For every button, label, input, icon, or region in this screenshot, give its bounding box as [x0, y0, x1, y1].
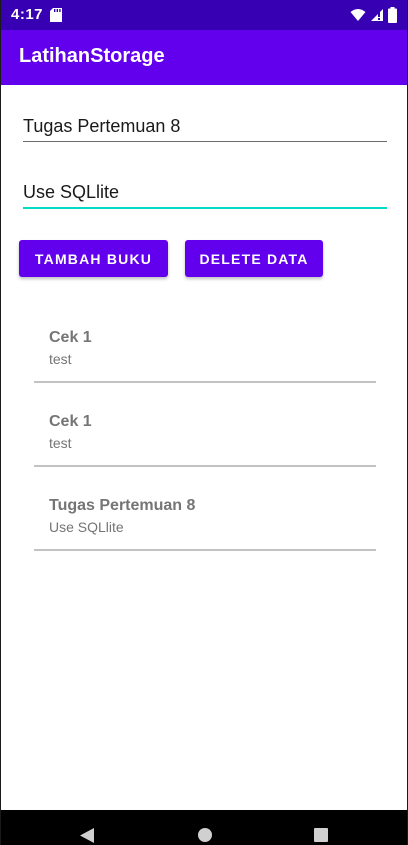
description-input[interactable]: Use SQLlite: [23, 182, 387, 212]
description-input-text: Use SQLlite: [23, 182, 120, 202]
sd-card-icon: [50, 8, 62, 22]
book-list[interactable]: Cek 1 test Cek 1 test Tugas Pertemuan 8 …: [34, 312, 376, 564]
add-book-button[interactable]: TAMBAH BUKU: [19, 240, 168, 277]
list-item-divider: [34, 465, 376, 467]
title-input-underline: [23, 141, 387, 142]
list-item-subtitle: test: [49, 435, 72, 451]
list-item-title: Tugas Pertemuan 8: [49, 497, 196, 514]
list-item-subtitle: Use SQLlite: [49, 519, 124, 535]
app-title: LatihanStorage: [19, 45, 165, 67]
list-item[interactable]: Cek 1 test: [34, 396, 376, 480]
status-time: 4:17: [11, 6, 44, 23]
phone-screen: 4:17 LatihanStorage Tugas Pertemuan 8 Us…: [0, 0, 408, 845]
list-item-divider: [34, 381, 376, 383]
battery-icon: [388, 7, 397, 23]
list-item-subtitle: test: [49, 351, 72, 367]
wifi-icon: [350, 9, 366, 21]
recents-icon[interactable]: [314, 828, 328, 842]
delete-data-button[interactable]: DELETE DATA: [185, 240, 323, 277]
navigation-bar: [1, 810, 407, 845]
home-icon[interactable]: [197, 827, 213, 843]
list-item[interactable]: Cek 1 test: [34, 312, 376, 396]
list-item[interactable]: Tugas Pertemuan 8 Use SQLlite: [34, 480, 376, 564]
status-icons: [350, 7, 397, 23]
list-item-title: Cek 1: [49, 329, 92, 346]
cell-signal-icon: [371, 9, 383, 21]
status-bar: 4:17: [1, 0, 407, 30]
list-item-title: Cek 1: [49, 413, 92, 430]
app-bar: LatihanStorage: [1, 30, 407, 85]
list-item-divider: [34, 549, 376, 551]
title-input-text: Tugas Pertemuan 8: [23, 116, 181, 136]
title-input[interactable]: Tugas Pertemuan 8: [23, 116, 387, 146]
back-icon[interactable]: [79, 827, 95, 844]
description-input-underline: [23, 207, 387, 209]
